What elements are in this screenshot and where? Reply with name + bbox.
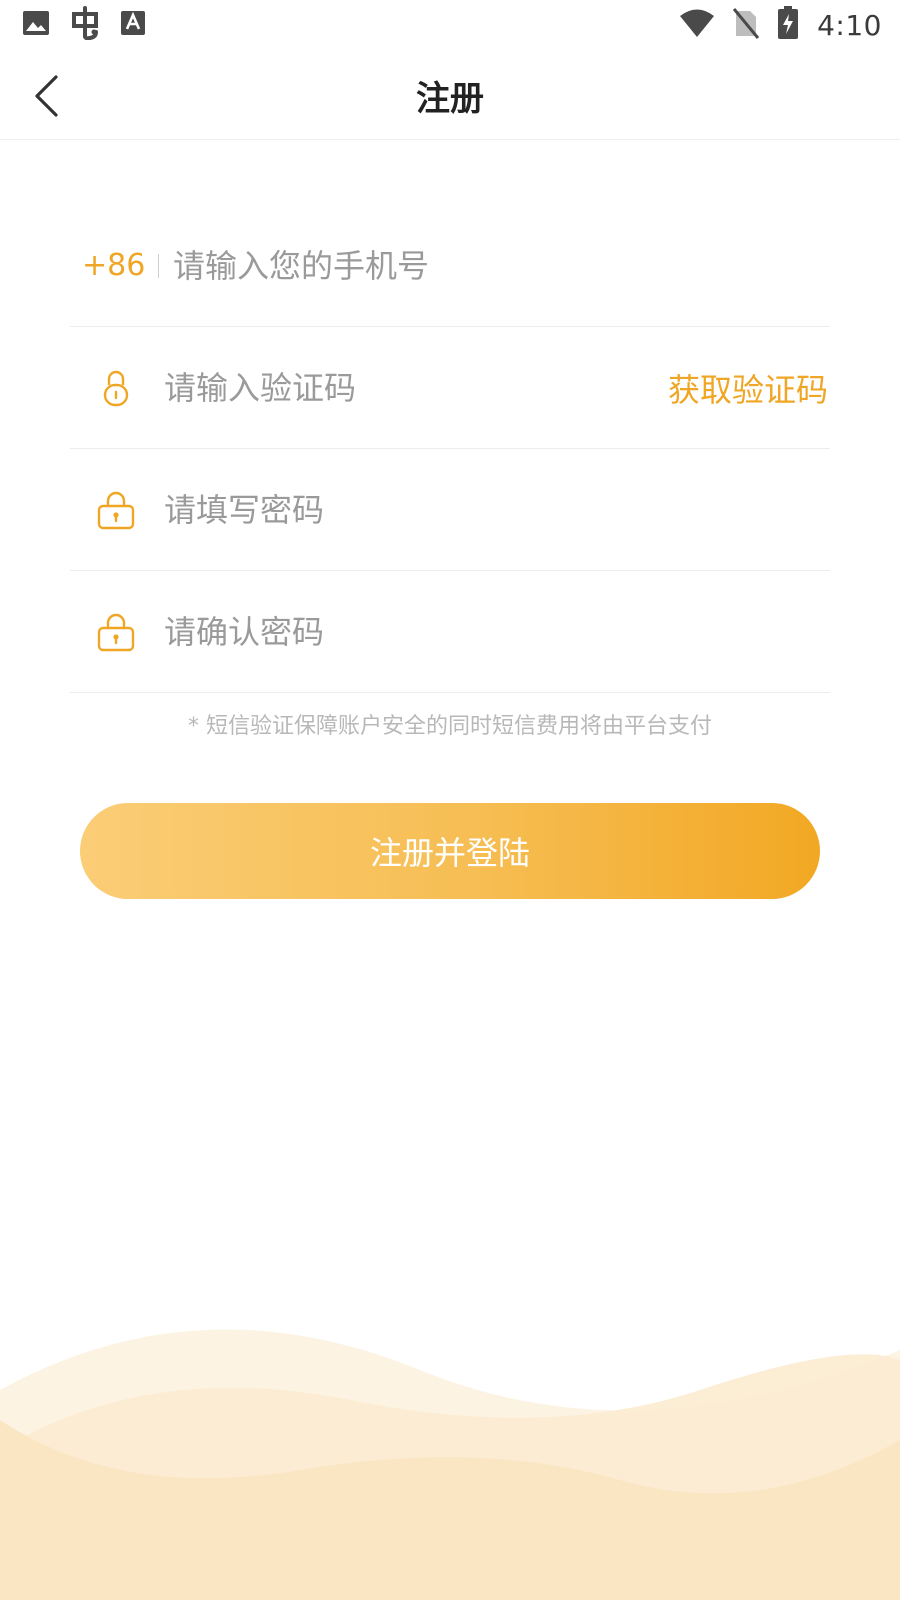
status-left-icons xyxy=(22,6,146,44)
confirm-password-input[interactable] xyxy=(164,612,830,651)
phone-row: +86 xyxy=(70,205,830,327)
get-code-button[interactable]: 获取验证码 xyxy=(668,365,828,411)
image-icon xyxy=(22,10,50,40)
sms-notice: * 短信验证保障账户安全的同时短信费用将由平台支付 xyxy=(188,714,712,739)
password-input[interactable] xyxy=(164,490,830,529)
font-a-icon xyxy=(120,10,146,40)
code-row: 获取验证码 xyxy=(70,327,830,449)
battery-charging-icon xyxy=(777,6,799,44)
country-code[interactable]: +86 xyxy=(82,248,164,283)
padlock-icon xyxy=(70,490,162,530)
status-right-icons: 4:10 xyxy=(679,6,882,44)
padlock-icon xyxy=(70,612,162,652)
wave-decoration xyxy=(0,1329,900,1600)
page-title: 注册 xyxy=(416,78,484,119)
wifi-icon xyxy=(679,8,715,42)
lock-icon xyxy=(70,368,162,408)
status-time: 4:10 xyxy=(817,8,882,42)
confirm-password-row xyxy=(70,571,830,693)
no-sim-icon xyxy=(732,7,760,43)
password-row xyxy=(70,449,830,571)
register-form: +86 获取验证码 xyxy=(70,205,830,693)
bug-icon xyxy=(68,6,102,44)
register-screen: 4:10 注册 +86 获取验证码 xyxy=(0,0,900,1600)
verification-code-input[interactable] xyxy=(164,368,668,407)
header: 注册 xyxy=(0,50,900,140)
status-bar: 4:10 xyxy=(0,0,900,50)
phone-input[interactable] xyxy=(173,246,830,285)
register-login-button[interactable]: 注册并登陆 xyxy=(80,803,820,899)
